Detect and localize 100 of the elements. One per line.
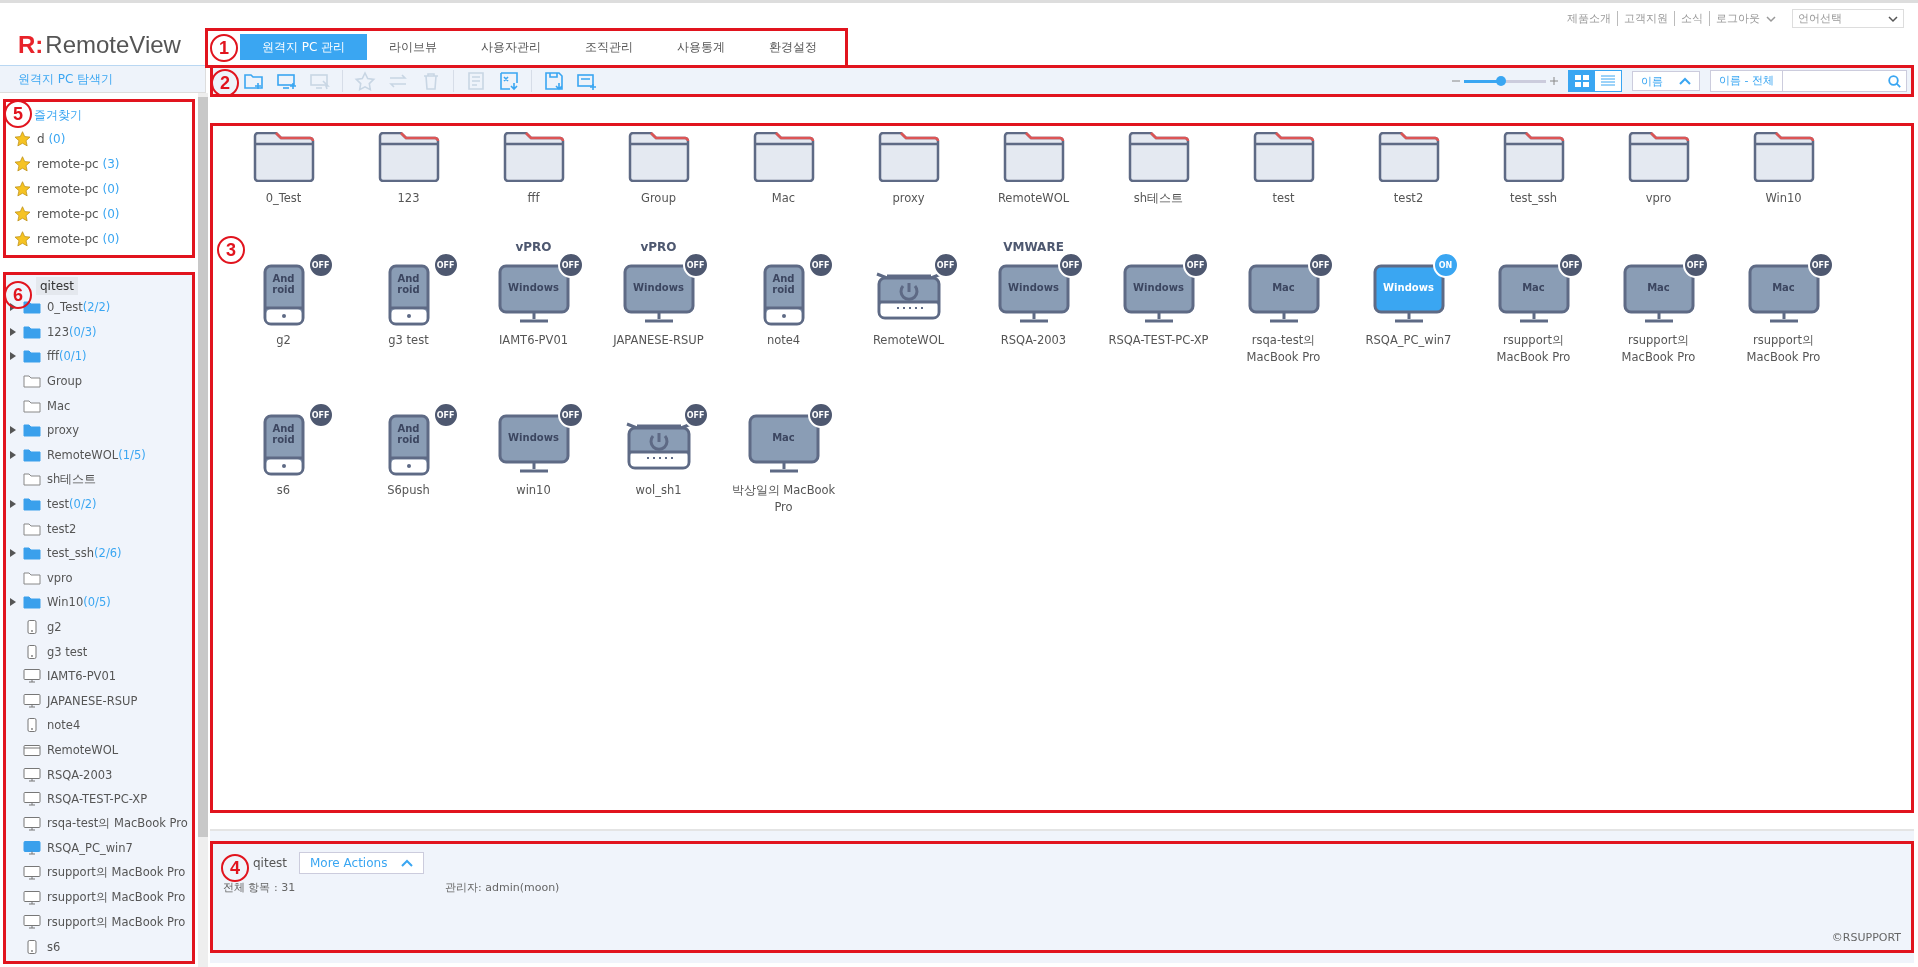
os-label: Windows — [1382, 282, 1435, 293]
tree-item[interactable]: rsupport의 MacBook Pro — [47, 890, 186, 906]
folder-name: proxy — [891, 190, 926, 207]
tree-item[interactable]: IAMT6-PV01 — [47, 669, 117, 684]
tree-item[interactable]: rsupport의 MacBook Pro — [47, 914, 186, 930]
folder-name: RemoteWOL — [996, 190, 1071, 207]
folder-icon[interactable] — [501, 132, 566, 182]
tree-item[interactable]: proxy — [47, 423, 80, 438]
folder-icon[interactable] — [1001, 132, 1066, 182]
expand-arrow-icon[interactable] — [10, 549, 16, 558]
os-label: Windows — [507, 432, 560, 443]
favorite-item[interactable]: remote-pc (0) — [37, 181, 120, 196]
favorite-item[interactable]: remote-pc (0) — [37, 231, 120, 246]
folder-name: sh테스트 — [1132, 190, 1185, 207]
status-badge: OFF — [432, 252, 459, 278]
caret-up-icon — [1679, 77, 1692, 85]
tree-item[interactable]: RSQA_PC_win7 — [47, 841, 133, 856]
status-badge: OFF — [1682, 252, 1709, 278]
os-label: Mac — [1646, 282, 1671, 293]
tree-item[interactable]: RemoteWOL — [47, 743, 119, 757]
scrollbar[interactable] — [197, 93, 208, 967]
folder-icon[interactable] — [626, 132, 691, 182]
status-badge: OFF — [932, 252, 959, 278]
status-badge: OFF — [307, 252, 334, 278]
tree-item[interactable]: Mac — [47, 398, 71, 413]
callout-number: 1 — [210, 34, 238, 62]
tree-root[interactable]: qitest — [36, 277, 78, 295]
folder-name: test_ssh — [1508, 190, 1559, 207]
folder-name: Win10 — [1764, 190, 1803, 207]
tree-item[interactable]: rsupport의 MacBook Pro — [47, 865, 186, 881]
status-badge: OFF — [1057, 252, 1084, 278]
folder-name: test — [1271, 190, 1296, 207]
status-badge: OFF — [432, 402, 459, 428]
tree-item[interactable]: RSQA-TEST-PC-XP — [47, 792, 148, 807]
zoom-slider[interactable] — [1464, 79, 1547, 83]
nav-tab[interactable]: 사용자관리 — [459, 34, 564, 60]
folder-name: test2 — [1392, 190, 1425, 207]
device-name: S6push — [386, 482, 431, 499]
tree-item[interactable]: test2 — [47, 521, 77, 536]
os-label: And roid — [396, 273, 421, 295]
device-name: 박상일의 MacBook Pro — [730, 482, 837, 516]
tree-item[interactable]: test(0/2) — [47, 497, 97, 512]
folder-icon[interactable] — [1501, 132, 1566, 182]
os-label: Windows — [632, 282, 685, 293]
device-name: JAPANESE-RSUP — [611, 332, 705, 349]
tree-item[interactable]: vpro — [47, 570, 73, 585]
favorite-item[interactable]: remote-pc (0) — [37, 206, 120, 221]
folder-icon[interactable] — [376, 132, 441, 182]
tree-item[interactable]: g3 test — [47, 644, 88, 659]
sidebar-title: 원격지 PC 탐색기 — [0, 65, 205, 93]
device-name: RSQA-2003 — [999, 332, 1068, 349]
os-label: Windows — [507, 282, 560, 293]
nav-tab[interactable]: 조직관리 — [563, 34, 656, 60]
tree-item[interactable]: test_ssh(2/6) — [47, 546, 122, 561]
favorite-item[interactable]: d (0) — [37, 131, 66, 146]
chevron-down-icon — [1766, 14, 1776, 23]
folder-icon[interactable] — [1126, 132, 1191, 182]
tree-item[interactable]: note4 — [47, 718, 81, 733]
tree-item[interactable]: rsqa-test의 MacBook Pro — [47, 816, 188, 832]
expand-arrow-icon[interactable] — [10, 327, 16, 336]
tree-item[interactable]: Win10(0/5) — [47, 595, 111, 610]
expand-arrow-icon[interactable] — [10, 500, 16, 509]
folder-icon[interactable] — [1626, 132, 1691, 182]
tree-item[interactable]: g2 — [47, 620, 62, 634]
status-badge: ON — [1432, 252, 1459, 278]
nav-tab[interactable]: 환경설정 — [747, 34, 840, 60]
folder-icon[interactable] — [1376, 132, 1441, 182]
tree-item[interactable]: fff(0/1) — [47, 349, 87, 364]
folder-icon[interactable] — [876, 132, 941, 182]
nav-tab[interactable]: 사용통계 — [655, 34, 748, 60]
callout-number: 4 — [221, 854, 249, 882]
favorite-item[interactable]: remote-pc (3) — [37, 156, 120, 171]
expand-arrow-icon[interactable] — [10, 303, 16, 312]
expand-arrow-icon[interactable] — [10, 598, 16, 607]
tree-item[interactable]: 123(0/3) — [47, 324, 97, 339]
list-view-button[interactable] — [1595, 71, 1622, 91]
folder-icon[interactable] — [251, 132, 316, 182]
tree-item[interactable]: sh테스트 — [47, 471, 97, 487]
tree-item[interactable]: RemoteWOL(1/5) — [47, 447, 146, 462]
tree-item[interactable]: JAPANESE-RSUP — [47, 693, 138, 708]
status-badge: OFF — [1807, 252, 1834, 278]
status-badge: OFF — [307, 402, 334, 428]
expand-arrow-icon[interactable] — [10, 450, 16, 459]
folder-icon[interactable] — [751, 132, 816, 182]
folder-icon[interactable] — [1751, 132, 1816, 182]
remoteview-logo: R:RemoteView — [18, 31, 181, 60]
expand-arrow-icon[interactable] — [10, 352, 16, 361]
tree-item[interactable]: 0_Test(2/2) — [47, 300, 111, 315]
status-badge: OFF — [682, 252, 709, 278]
callout-number: 3 — [217, 236, 245, 264]
device-name: rsupport의 MacBook Pro — [1745, 332, 1822, 366]
expand-arrow-icon[interactable] — [10, 426, 16, 435]
device-name: s6 — [275, 482, 292, 499]
tree-item[interactable]: RSQA-2003 — [47, 767, 113, 782]
tree-item[interactable]: Group — [47, 374, 82, 389]
tree-item[interactable]: s6 — [47, 939, 61, 954]
grid-view-button[interactable] — [1569, 71, 1596, 91]
nav-tab[interactable]: 라이브뷰 — [367, 34, 460, 60]
status-badge: OFF — [1307, 252, 1334, 278]
folder-icon[interactable] — [1251, 132, 1316, 182]
